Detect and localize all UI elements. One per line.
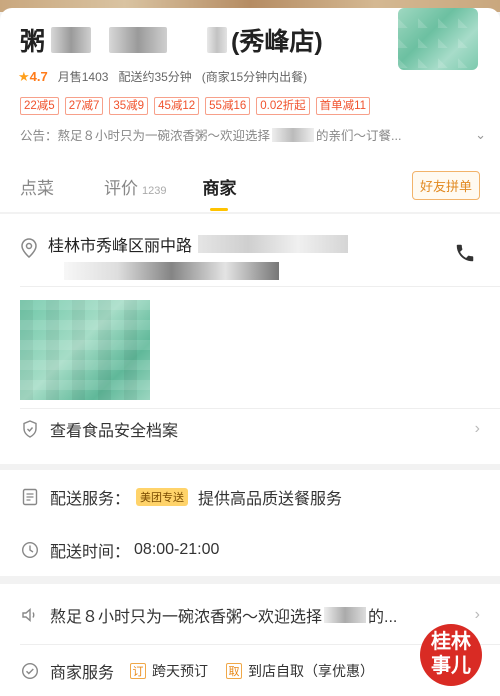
divider bbox=[20, 286, 500, 287]
merchant-service-label: 商家服务 bbox=[50, 665, 115, 682]
delivery-time: 配送约35分钟 bbox=[118, 70, 192, 84]
monthly-sales: 月售1403 bbox=[57, 70, 109, 84]
announcement-row[interactable]: 熬足８小时只为一碗浓香粥～欢迎选择 的... › bbox=[20, 602, 480, 628]
announcement-text-1: 熬足８小时只为一碗浓香粥～欢迎选择 bbox=[50, 609, 323, 626]
redacted-text bbox=[109, 27, 168, 53]
shield-icon bbox=[20, 419, 40, 439]
tab-reviews[interactable]: 评价 1239 bbox=[104, 174, 166, 199]
delivery-card: 配送服务： 美团专送 提供高品质送餐服务 配送时间： 08:00-21:00 bbox=[0, 470, 500, 576]
review-count: 1239 bbox=[142, 184, 167, 197]
meituan-delivery-badge: 美团专送 bbox=[136, 488, 189, 506]
merchant-info-card: 桂林市秀峰区丽中路 查看食品安全档案 › bbox=[0, 214, 500, 464]
check-circle-icon bbox=[20, 661, 40, 681]
notice-text-2: 的亲们～订餐... bbox=[316, 129, 402, 143]
speaker-icon bbox=[20, 605, 40, 625]
food-safety-label: 查看食品安全档案 bbox=[50, 423, 179, 440]
redacted-text bbox=[207, 27, 228, 53]
store-notice[interactable]: 公告：熬足８小时只为一碗浓香粥～欢迎选择 的亲们～订餐... ⌄ bbox=[20, 125, 486, 144]
address-text: 桂林市秀峰区丽中路 bbox=[48, 232, 349, 256]
coupon-tag[interactable]: 0.02折起 bbox=[256, 97, 310, 115]
chevron-right-icon: › bbox=[474, 606, 480, 623]
tab-merchant[interactable]: 商家 bbox=[202, 174, 236, 211]
redacted-text bbox=[51, 27, 92, 53]
reservation-tag-icon: 订 bbox=[130, 663, 147, 679]
location-pin-icon bbox=[21, 238, 37, 258]
store-pickup: 到店自取（享优惠） bbox=[248, 663, 375, 679]
coupon-tag[interactable]: 45减12 bbox=[154, 97, 200, 115]
star-icon: ★ bbox=[18, 68, 30, 84]
delivery-hours-row: 配送时间： 08:00-21:00 bbox=[20, 537, 480, 563]
delivery-hours-label: 配送时间： bbox=[50, 544, 131, 561]
store-name-suffix: (秀峰店) bbox=[231, 28, 323, 56]
clock-icon bbox=[20, 540, 40, 560]
store-title: 粥 (秀峰店) bbox=[20, 22, 323, 58]
phone-icon[interactable] bbox=[454, 242, 476, 264]
watermark-line2: 事儿 bbox=[431, 655, 471, 677]
tab-order[interactable]: 点菜 bbox=[20, 174, 54, 199]
redacted-text bbox=[198, 235, 349, 253]
food-safety-row[interactable]: 查看食品安全档案 › bbox=[20, 416, 480, 442]
notice-text-1: 公告：熬足８小时只为一碗浓香粥～欢迎选择 bbox=[20, 129, 271, 143]
coupon-tag[interactable]: 首单减11 bbox=[315, 97, 371, 115]
coupon-tag[interactable]: 27减7 bbox=[64, 97, 104, 115]
merchant-service-row: 商家服务 订 跨天预订 取 到店自取（享优惠） bbox=[20, 658, 480, 684]
watermark-logo: 桂林 事儿 bbox=[420, 624, 482, 686]
coupon-tag[interactable]: 55减16 bbox=[205, 97, 251, 115]
store-rating: 4.7 bbox=[29, 68, 48, 84]
store-header: 粥 (秀峰店) ★4.7 月售1403 配送约35分钟 (商家15分钟内出餐) … bbox=[0, 8, 500, 212]
redacted-text bbox=[64, 262, 279, 280]
address-row[interactable]: 桂林市秀峰区丽中路 bbox=[20, 232, 480, 292]
divider bbox=[20, 408, 500, 409]
announcement-text-2: 的... bbox=[368, 609, 398, 626]
chevron-right-icon: › bbox=[474, 420, 480, 437]
prep-time: (商家15分钟内出餐) bbox=[201, 70, 308, 84]
chevron-down-icon[interactable]: ⌄ bbox=[475, 127, 486, 143]
redacted-text bbox=[272, 127, 315, 142]
store-thumbnail[interactable] bbox=[398, 8, 478, 70]
coupon-list: 22减5 27减7 35减9 45减12 55减16 0.02折起 首单减11 bbox=[20, 97, 371, 115]
delivery-service-row: 配送服务： 美团专送 提供高品质送餐服务 bbox=[20, 484, 480, 510]
coupon-tag[interactable]: 35减9 bbox=[109, 97, 149, 115]
store-name-prefix: 粥 bbox=[20, 28, 46, 56]
delivery-service-desc: 提供高品质送餐服务 bbox=[198, 491, 343, 508]
shop-photo[interactable] bbox=[20, 300, 150, 400]
delivery-hours-value: 08:00-21:00 bbox=[134, 541, 220, 558]
document-icon bbox=[20, 487, 40, 507]
coupon-tag[interactable]: 22减5 bbox=[20, 97, 59, 115]
cross-day-reservation: 跨天预订 bbox=[152, 663, 209, 679]
watermark-line1: 桂林 bbox=[431, 631, 471, 653]
redacted-text bbox=[324, 607, 367, 623]
delivery-service-label: 配送服务： bbox=[50, 491, 131, 508]
group-order-button[interactable]: 好友拼单 bbox=[411, 171, 480, 200]
store-stats: ★4.7 月售1403 配送约35分钟 (商家15分钟内出餐) bbox=[18, 68, 307, 85]
tab-bar: 点菜 评价 1239 商家 好友拼单 bbox=[0, 160, 500, 212]
address-visible: 桂林市秀峰区丽中路 bbox=[48, 238, 193, 255]
tab-reviews-label: 评价 bbox=[104, 178, 138, 198]
pickup-tag-icon: 取 bbox=[226, 663, 243, 679]
